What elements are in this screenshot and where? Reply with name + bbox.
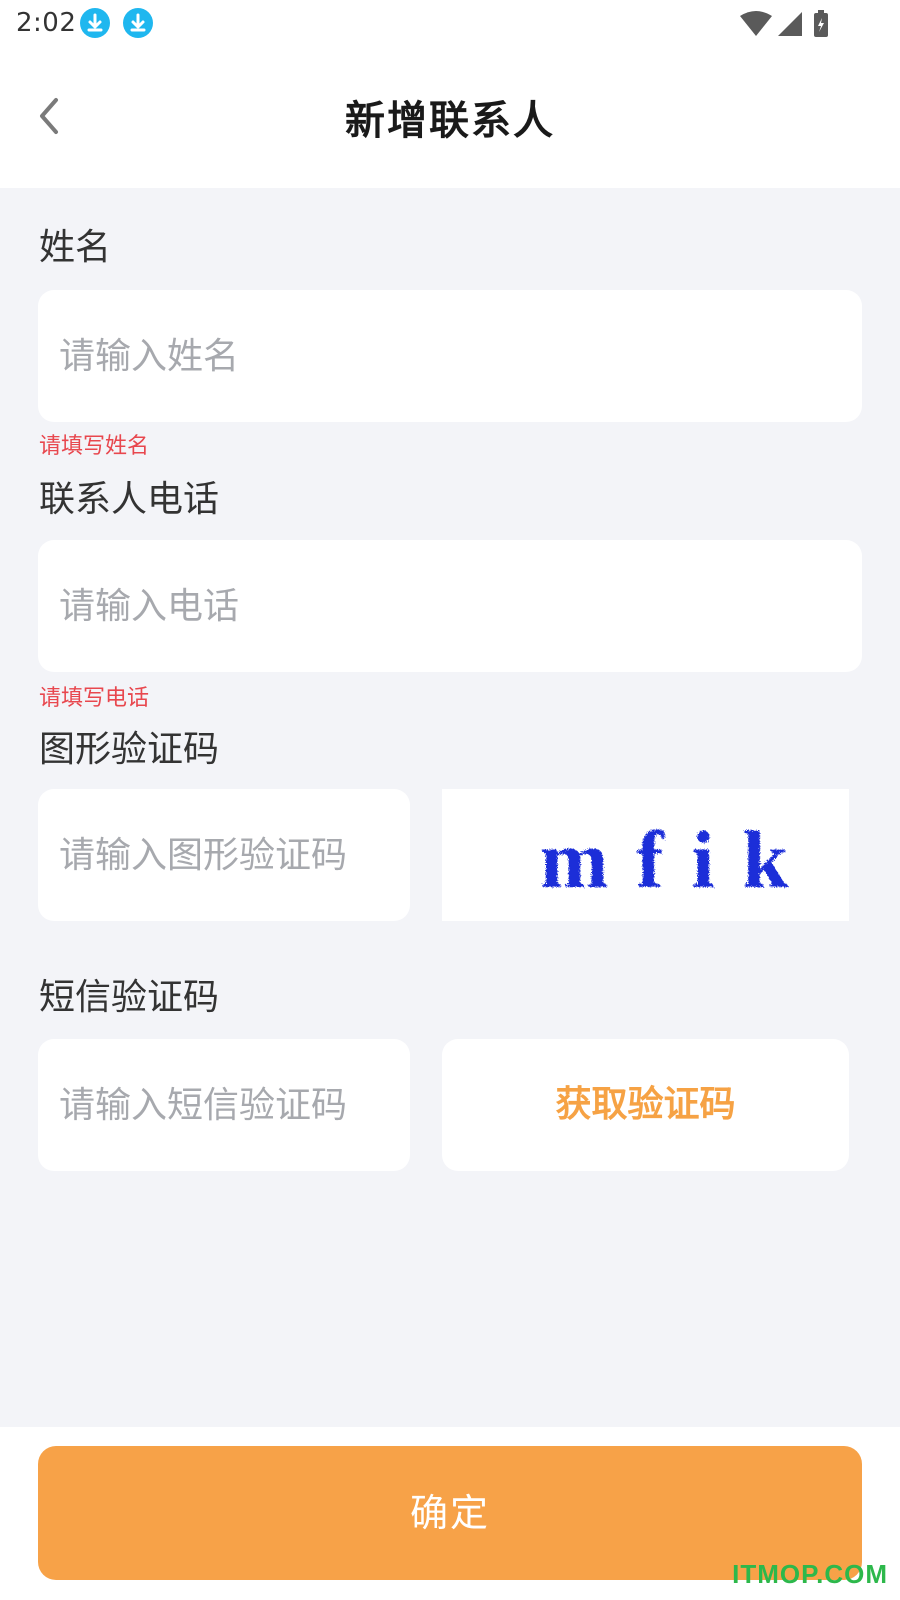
cell-signal-icon [778, 12, 802, 36]
sms-label: 短信验证码 [39, 977, 220, 1018]
watermark: ITMOP.COM [732, 1559, 888, 1589]
system-status-icons [740, 10, 828, 37]
status-bar: 2:02 [0, 0, 900, 50]
name-error: 请填写姓名 [39, 434, 150, 459]
captcha-input[interactable] [38, 789, 410, 921]
name-label: 姓名 [39, 227, 112, 268]
phone-input-box [38, 540, 862, 672]
captcha-text: mfik [540, 814, 816, 905]
captcha-image[interactable]: mfik [442, 789, 849, 921]
phone-input[interactable] [38, 540, 862, 672]
status-time: 2:02 [16, 8, 77, 38]
battery-icon [814, 10, 828, 37]
sms-code-input[interactable] [38, 1039, 410, 1171]
wifi-icon [740, 11, 772, 36]
download-icon [80, 8, 110, 38]
sms-input-box [38, 1039, 410, 1171]
nav-bar: 新增联系人 [0, 50, 900, 188]
name-input-box [38, 290, 862, 422]
phone-label: 联系人电话 [39, 479, 220, 520]
captcha-label: 图形验证码 [39, 729, 220, 770]
captcha-input-box [38, 789, 410, 921]
phone-error: 请填写电话 [39, 686, 150, 711]
download-icon [123, 8, 153, 38]
name-input[interactable] [38, 290, 862, 422]
get-code-button[interactable]: 获取验证码 [442, 1039, 849, 1171]
page-title: 新增联系人 [345, 98, 555, 144]
